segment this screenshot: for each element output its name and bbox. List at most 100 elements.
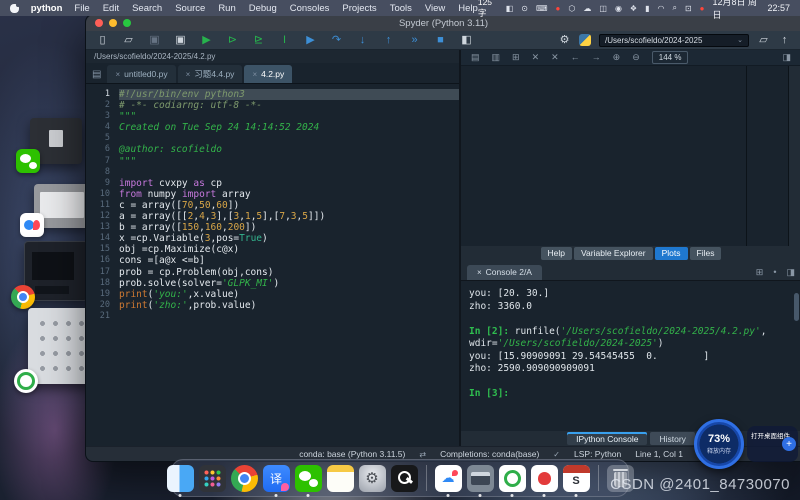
editor-tab[interactable]: ×习题4.4.py	[178, 65, 243, 83]
code-line[interactable]: 9import cvxpy as cp	[86, 178, 459, 189]
line-number[interactable]: 21	[86, 311, 119, 322]
apple-menu-icon[interactable]	[10, 4, 19, 13]
code-line[interactable]: 12a = array([[2,4,3],[3,1,5],[7,3,5]])	[86, 211, 459, 222]
menu-item-projects[interactable]: Projects	[342, 3, 376, 14]
battery-icon[interactable]: ▮	[645, 4, 649, 13]
menu-time[interactable]: 22:57	[767, 3, 790, 13]
menu-item-search[interactable]: Search	[132, 3, 162, 14]
search-icon[interactable]: ⌕	[672, 3, 676, 13]
stop-icon[interactable]: ■	[434, 35, 447, 46]
menu-item-file[interactable]: File	[74, 3, 89, 14]
redapple-dock-icon[interactable]	[531, 465, 558, 492]
editor-tab[interactable]: ×untitled0.py	[107, 65, 175, 83]
screen-mirroring-icon[interactable]: ◧	[506, 4, 514, 13]
code-line[interactable]: 6@author: scofieldo	[86, 144, 459, 155]
code-line[interactable]: 4Created on Tue Sep 24 14:14:52 2024	[86, 122, 459, 133]
menu-item-run[interactable]: Run	[218, 3, 235, 14]
line-number[interactable]: 3	[86, 111, 119, 122]
record-icon[interactable]: ●	[556, 4, 561, 13]
code-line[interactable]: 2# -*- codiarng: utf-8 -*-	[86, 100, 459, 111]
desktop-widget-panel[interactable]: 打开桌面组件 +	[747, 426, 798, 462]
line-number[interactable]: 12	[86, 211, 119, 222]
wechat-window-thumbnail[interactable]	[30, 118, 82, 164]
working-directory-select[interactable]: /Users/scofieldo/2024-2025 ⌄	[599, 34, 749, 47]
run-cell-icon[interactable]: ⊳	[226, 35, 239, 46]
python-env-icon[interactable]	[579, 34, 591, 46]
lsp-status[interactable]: LSP: Python	[574, 449, 621, 459]
close-icon[interactable]: ×	[477, 268, 482, 277]
code-line[interactable]: 17prob = cp.Problem(obj,cons)	[86, 267, 459, 278]
line-number[interactable]: 11	[86, 200, 119, 211]
code-window-thumbnail[interactable]	[24, 241, 88, 301]
menu-item-edit[interactable]: Edit	[103, 3, 119, 14]
new-file-icon[interactable]: ▯	[96, 35, 109, 46]
line-number[interactable]: 4	[86, 122, 119, 133]
code-line[interactable]: 15obj =cp.Maximize(c@x)	[86, 244, 459, 255]
line-number[interactable]: 19	[86, 289, 119, 300]
line-number[interactable]: 10	[86, 189, 119, 200]
save-all-plots-icon[interactable]: ▥	[492, 52, 501, 63]
save-plot-icon[interactable]: ▤	[471, 52, 480, 63]
tab-plots[interactable]: Plots	[655, 247, 688, 260]
tab-ipython-console[interactable]: IPython Console	[567, 432, 647, 445]
line-number[interactable]: 18	[86, 278, 119, 289]
line-number[interactable]: 17	[86, 267, 119, 278]
code-line[interactable]: 5	[86, 133, 459, 144]
tab-variable-explorer[interactable]: Variable Explorer	[574, 247, 653, 260]
code-line[interactable]: 7"""	[86, 156, 459, 167]
menu-item-debug[interactable]: Debug	[249, 3, 277, 14]
menu-item-view[interactable]: View	[425, 3, 445, 14]
maximize-pane-icon[interactable]: ◧	[460, 35, 473, 46]
preview-dock-icon[interactable]	[467, 465, 494, 492]
tab-history[interactable]: History	[650, 432, 694, 445]
code-line[interactable]: 3"""	[86, 111, 459, 122]
passwords-dock-icon[interactable]	[391, 465, 418, 492]
copy-plot-icon[interactable]: ⊞	[512, 52, 520, 63]
line-number[interactable]: 9	[86, 178, 119, 189]
line-number[interactable]: 5	[86, 133, 119, 144]
finder-dock-icon[interactable]	[167, 465, 194, 492]
code-line[interactable]: 10from numpy import array	[86, 189, 459, 200]
shapes-icon[interactable]: ⬡	[568, 4, 575, 13]
line-number[interactable]: 6	[86, 144, 119, 155]
parent-directory-icon[interactable]: ↑	[778, 35, 791, 46]
display-icon[interactable]: ⊡	[685, 4, 692, 13]
menu-item-help[interactable]: Help	[458, 3, 478, 14]
window-tiling-icon[interactable]: ◫	[599, 4, 607, 13]
cursor-position[interactable]: Line 1, Col 1	[635, 449, 683, 459]
remove-plot-icon[interactable]: ✕	[532, 52, 540, 63]
translate-dock-icon[interactable]: 译	[263, 465, 290, 492]
browse-directory-icon[interactable]: ▱	[757, 35, 770, 46]
line-number[interactable]: 7	[86, 156, 119, 167]
completions-status[interactable]: Completions: conda(base)	[440, 449, 539, 459]
code-area[interactable]: 1#!/usr/bin/env python32# -*- codiarng: …	[86, 84, 459, 446]
memory-percent-button[interactable]: 73% 释放内存	[694, 419, 744, 469]
conda-env-status[interactable]: conda: base (Python 3.11.5)	[299, 449, 405, 459]
menu-date[interactable]: 12月8日 周日	[713, 0, 760, 21]
settings-dock-icon[interactable]: ⚙	[359, 465, 386, 492]
step-out-icon[interactable]: ↑	[382, 35, 395, 46]
browse-tabs-icon[interactable]: ▤	[92, 69, 101, 80]
chrome-dock-icon[interactable]	[231, 465, 258, 492]
line-number[interactable]: 2	[86, 100, 119, 111]
close-icon[interactable]: ×	[186, 70, 191, 79]
capture-icon[interactable]: ◉	[615, 4, 622, 13]
copy-console-icon[interactable]: ⊞	[756, 267, 764, 278]
plot-thumbnails-column[interactable]	[746, 66, 789, 246]
menu-item-consoles[interactable]: Consoles	[290, 3, 330, 14]
add-widget-button[interactable]: +	[782, 437, 796, 451]
menu-item-source[interactable]: Source	[175, 3, 205, 14]
plot-zoom-level[interactable]: 144 %	[652, 51, 689, 64]
code-line[interactable]: 14x =cp.Variable(3,pos=True)	[86, 233, 459, 244]
line-number[interactable]: 13	[86, 222, 119, 233]
line-number[interactable]: 1	[86, 89, 119, 100]
zoom-out-icon[interactable]: ⊖	[632, 52, 640, 63]
tools-wrench-icon[interactable]: ⚙	[558, 35, 571, 46]
console-env-icon[interactable]: •	[773, 267, 776, 278]
close-icon[interactable]: ×	[252, 70, 257, 79]
debug-icon[interactable]: ▶	[304, 35, 317, 46]
code-line[interactable]: 20print('zho:',prob.value)	[86, 300, 459, 311]
save-all-icon[interactable]: ▣	[174, 35, 187, 46]
line-number[interactable]: 16	[86, 255, 119, 266]
code-line[interactable]: 1#!/usr/bin/env python3	[86, 89, 459, 100]
